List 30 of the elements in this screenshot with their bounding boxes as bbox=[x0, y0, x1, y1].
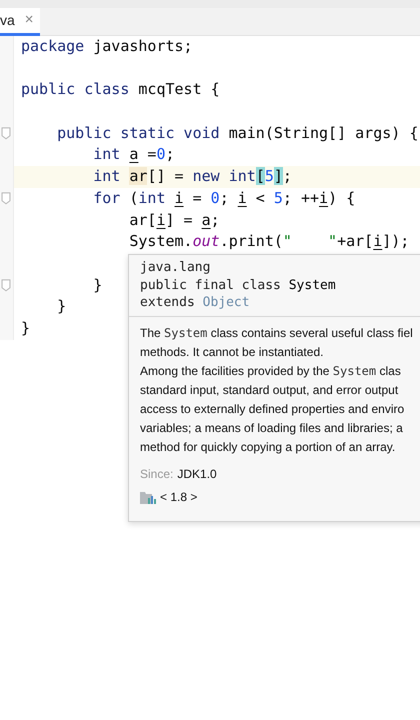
fold-marker-icon[interactable] bbox=[2, 279, 10, 291]
signature-line: extends Object bbox=[140, 294, 251, 312]
code-line: public static void main(String[] args) { bbox=[56, 124, 418, 142]
since-label: Since: bbox=[140, 466, 174, 482]
doc-text-line: standard input, standard output, and error output bbox=[140, 382, 400, 398]
file-tab[interactable]: va × bbox=[0, 8, 40, 36]
signature-line: java.lang bbox=[140, 259, 212, 276]
code-line: ar[i] = a; bbox=[128, 210, 220, 228]
doc-text-line: variables; a means of loading files and libraries; a bbox=[140, 420, 404, 436]
code-line: int a =0; bbox=[92, 145, 175, 164]
code-line: for (int i = 0; i < 5; ++i) { bbox=[92, 188, 356, 207]
doc-text-line: methods. It cannot be instantiated. bbox=[140, 344, 324, 360]
doc-text-line: access to externally defined properties and enviro bbox=[140, 400, 406, 418]
code-line: } bbox=[21, 318, 30, 337]
fold-marker-icon[interactable] bbox=[2, 127, 10, 140]
signature-line: public final class System bbox=[140, 276, 337, 294]
doc-text-line: The System class contains several useful class fiel bbox=[140, 324, 414, 342]
version-link[interactable]: < 1.8 > bbox=[160, 488, 198, 506]
library-icon bbox=[140, 490, 156, 504]
code-line: int ar[] = new int[5]; bbox=[92, 167, 292, 186]
doc-text-line: Among the facilities provided by the System clas bbox=[140, 362, 402, 380]
doc-text-line: method for quickly copying a portion of an array. bbox=[140, 438, 396, 456]
close-icon[interactable]: × bbox=[24, 9, 34, 32]
code-line: package javashorts; bbox=[21, 37, 193, 55]
code-line: System.out.print(" "+ar[i]); bbox=[128, 232, 410, 250]
code-line: public class mcqTest { bbox=[21, 80, 220, 98]
fold-marker-icon[interactable] bbox=[2, 192, 10, 204]
since-value: JDK1.0 bbox=[177, 466, 217, 482]
code-line: } bbox=[56, 297, 66, 316]
code-line: } bbox=[92, 276, 102, 294]
